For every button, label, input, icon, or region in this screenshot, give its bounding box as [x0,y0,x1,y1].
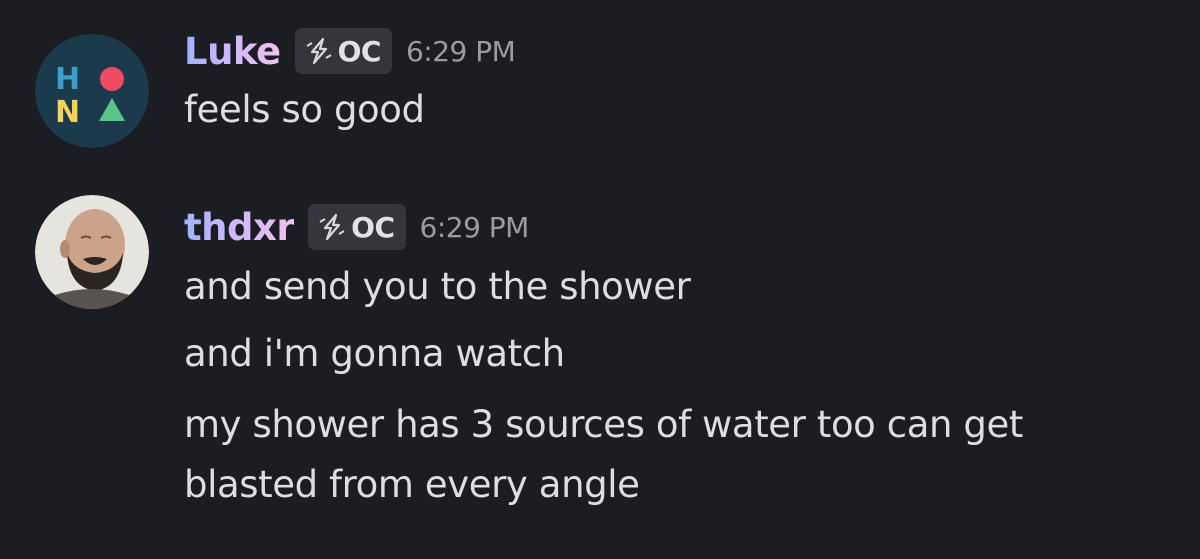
avatar-thdxr[interactable] [35,195,149,309]
server-tag[interactable]: OC [294,28,392,74]
hona-circle-shape [100,67,124,91]
message-header: Luke OC 6:29 PM [184,26,516,76]
server-tag[interactable]: OC [308,204,406,250]
avatar-luke[interactable]: H N [35,34,149,148]
lightning-bolt-icon [319,213,345,241]
message-text: feels so good [184,88,425,131]
server-tag-label: OC [337,34,382,68]
server-tag-label: OC [351,210,395,244]
timestamp[interactable]: 6:29 PM [420,211,530,244]
message-text: blasted from every angle [184,463,640,506]
message-text: my shower has 3 sources of water too can… [184,403,1023,446]
username[interactable]: Luke [184,30,281,73]
username[interactable]: thdxr [184,206,295,249]
bearded-man-icon [35,195,149,309]
lightning-bolt-icon [306,37,332,65]
message-text: and send you to the shower [184,265,691,308]
message-text: and i'm gonna watch [184,332,565,375]
hona-logo-icon: H N [35,34,149,148]
hona-letter-n: N [55,95,80,130]
message-header: thdxr OC 6:29 PM [184,202,529,252]
hona-letter-h: H [55,62,80,97]
timestamp[interactable]: 6:29 PM [406,35,516,68]
